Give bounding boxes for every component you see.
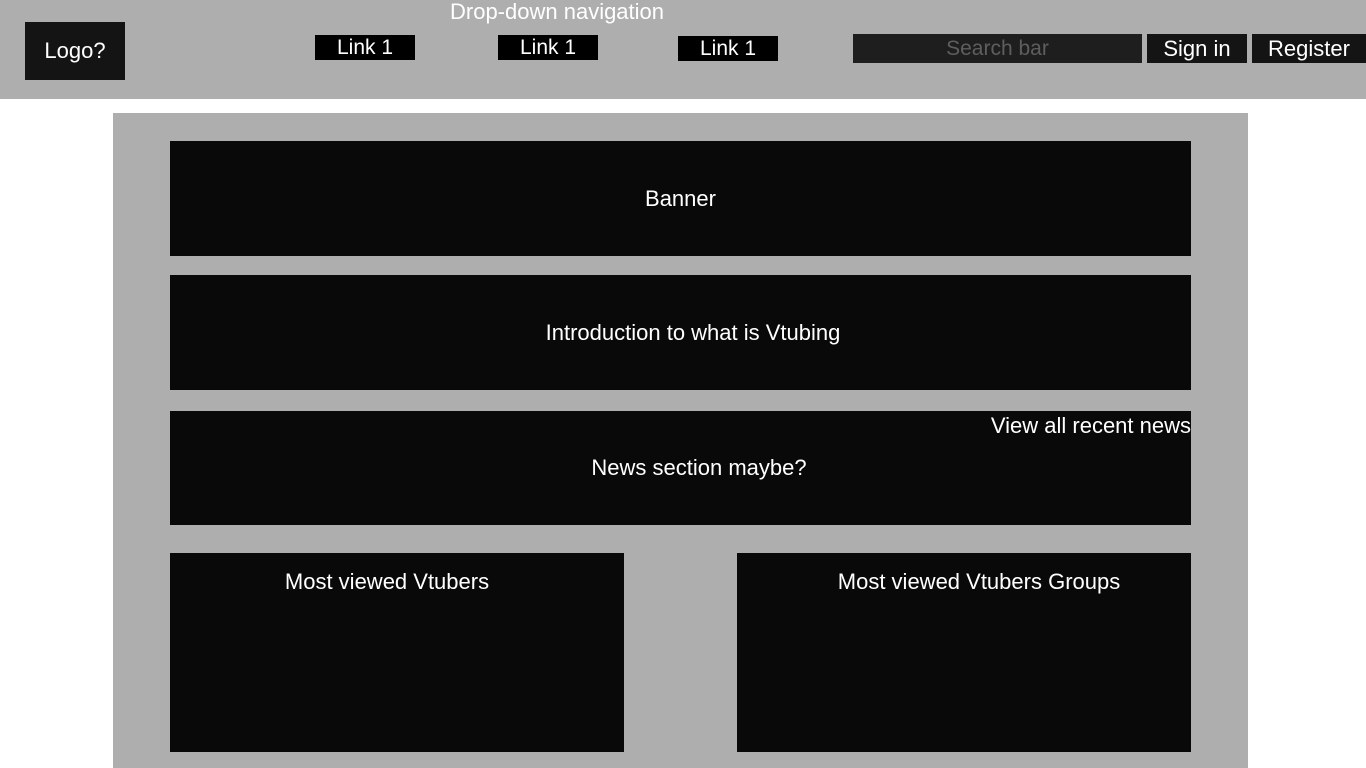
nav-caption: Drop-down navigation [450,0,665,24]
logo[interactable]: Logo? [25,22,125,80]
nav-link-1[interactable]: Link 1 [315,35,415,60]
most-viewed-groups-panel: Most viewed Vtubers Groups [737,553,1191,752]
intro-section: Introduction to what is Vtubing [170,275,1191,390]
news-section: News section maybe? View all recent news [170,411,1191,525]
main-content: Banner Introduction to what is Vtubing N… [113,113,1248,768]
view-all-news-link[interactable]: View all recent news [991,413,1191,439]
most-viewed-vtubers-title: Most viewed Vtubers [284,569,490,594]
register-button[interactable]: Register [1252,34,1366,63]
nav-link-2[interactable]: Link 1 [498,35,598,60]
most-viewed-groups-title: Most viewed Vtubers Groups [837,569,1121,594]
intro-label: Introduction to what is Vtubing [545,319,841,345]
banner: Banner [170,141,1191,256]
nav-link-3[interactable]: Link 1 [678,36,778,61]
sign-in-button[interactable]: Sign in [1147,34,1247,63]
banner-label: Banner [645,185,716,211]
most-viewed-vtubers-panel: Most viewed Vtubers [170,553,624,752]
header: Logo? Drop-down navigation Link 1 Link 1… [0,0,1366,99]
search-input[interactable] [853,34,1142,63]
